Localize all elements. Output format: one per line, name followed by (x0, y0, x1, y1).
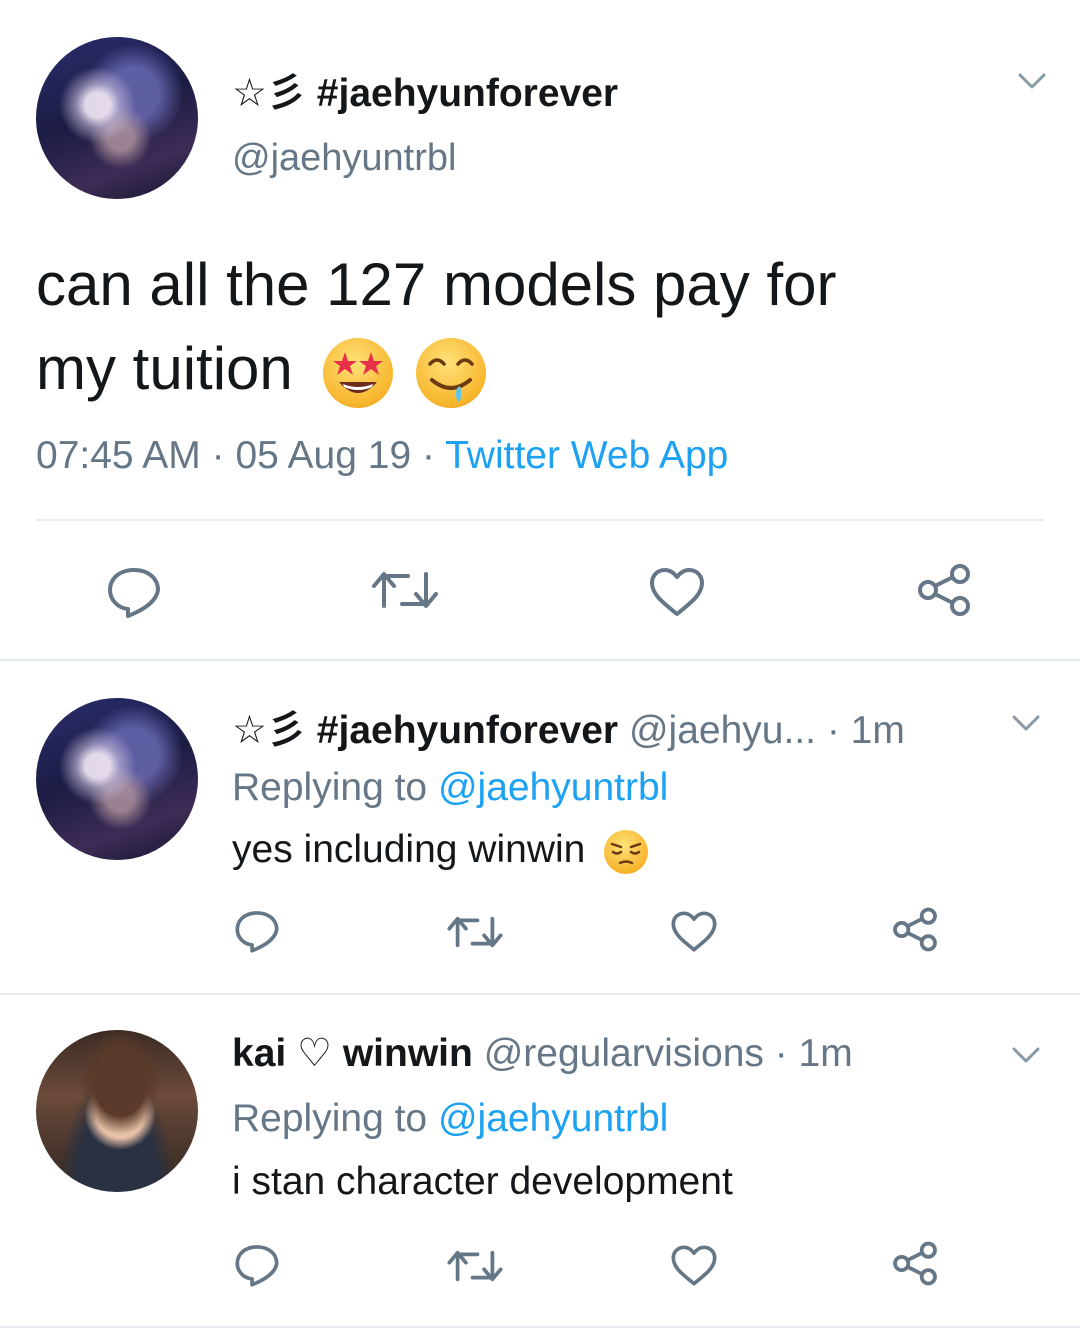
replying-to-label: Replying to (232, 1097, 428, 1140)
chevron-down-icon[interactable] (1012, 714, 1040, 732)
replying-to-handle[interactable]: @jaehyuntrbl (438, 1097, 668, 1140)
avatar[interactable] (36, 1030, 198, 1192)
meta-separator: · (421, 434, 435, 477)
replying-to: Replying to @jaehyuntrbl (232, 1097, 668, 1141)
meta-separator: · (211, 434, 225, 477)
tweet-age: · 1m (774, 1032, 853, 1075)
user-handle[interactable]: @jaehyu... (629, 709, 816, 752)
share-icon[interactable] (890, 1240, 940, 1287)
tweet-time: 07:45 AM (36, 434, 201, 477)
like-icon[interactable] (648, 566, 706, 618)
tweet-source-link[interactable]: Twitter Web App (445, 434, 728, 477)
tweet-date: 05 Aug 19 (235, 434, 412, 477)
tweet-meta: 07:45 AM · 05 Aug 19 · Twitter Web App (36, 434, 728, 478)
tweet-age: · 1m (826, 709, 905, 752)
user-handle[interactable]: @jaehyuntrbl (232, 137, 456, 180)
reply-text: yes including winwin (232, 828, 649, 874)
user-handle[interactable]: @regularvisions (484, 1032, 764, 1075)
share-icon[interactable] (914, 562, 974, 618)
reply-icon[interactable] (104, 564, 164, 620)
share-icon[interactable] (890, 906, 940, 953)
display-name[interactable]: ☆彡 #jaehyunforever (232, 709, 618, 752)
display-name[interactable]: kai ♡ winwin (232, 1032, 473, 1075)
chevron-down-icon[interactable] (1018, 72, 1046, 90)
star-struck-emoji-icon (323, 338, 394, 409)
pensive-face-emoji-icon (604, 829, 649, 874)
avatar[interactable] (36, 37, 198, 199)
divider (0, 993, 1080, 995)
tweet-text-part: my tuition (36, 335, 293, 402)
avatar[interactable] (36, 698, 198, 860)
divider (36, 519, 1044, 521)
replying-to-handle[interactable]: @jaehyuntrbl (438, 766, 668, 809)
retweet-icon[interactable] (446, 1246, 504, 1286)
replying-to-label: Replying to (232, 766, 428, 809)
retweet-icon[interactable] (370, 566, 440, 614)
retweet-icon[interactable] (446, 912, 504, 952)
reply-icon[interactable] (232, 1242, 282, 1288)
display-name[interactable]: ☆彡 #jaehyunforever (232, 62, 618, 118)
replying-to: Replying to @jaehyuntrbl (232, 766, 668, 810)
drooling-face-emoji-icon (416, 338, 487, 409)
divider (0, 659, 1080, 661)
reply-text: i stan character development (232, 1160, 733, 1203)
divider (0, 1326, 1080, 1328)
like-icon[interactable] (670, 1244, 718, 1287)
reply-header: ☆彡 #jaehyunforever @jaehyu... · 1m (232, 699, 905, 755)
reply-text-body: yes including winwin (232, 828, 586, 871)
chevron-down-icon[interactable] (1012, 1046, 1040, 1064)
reply-header: kai ♡ winwin @regularvisions · 1m (232, 1031, 853, 1076)
tweet-text-line-2: my tuition (36, 334, 487, 409)
tweet-text-line-1: can all the 127 models pay for (36, 251, 837, 318)
like-icon[interactable] (670, 910, 718, 953)
reply-icon[interactable] (232, 908, 282, 954)
